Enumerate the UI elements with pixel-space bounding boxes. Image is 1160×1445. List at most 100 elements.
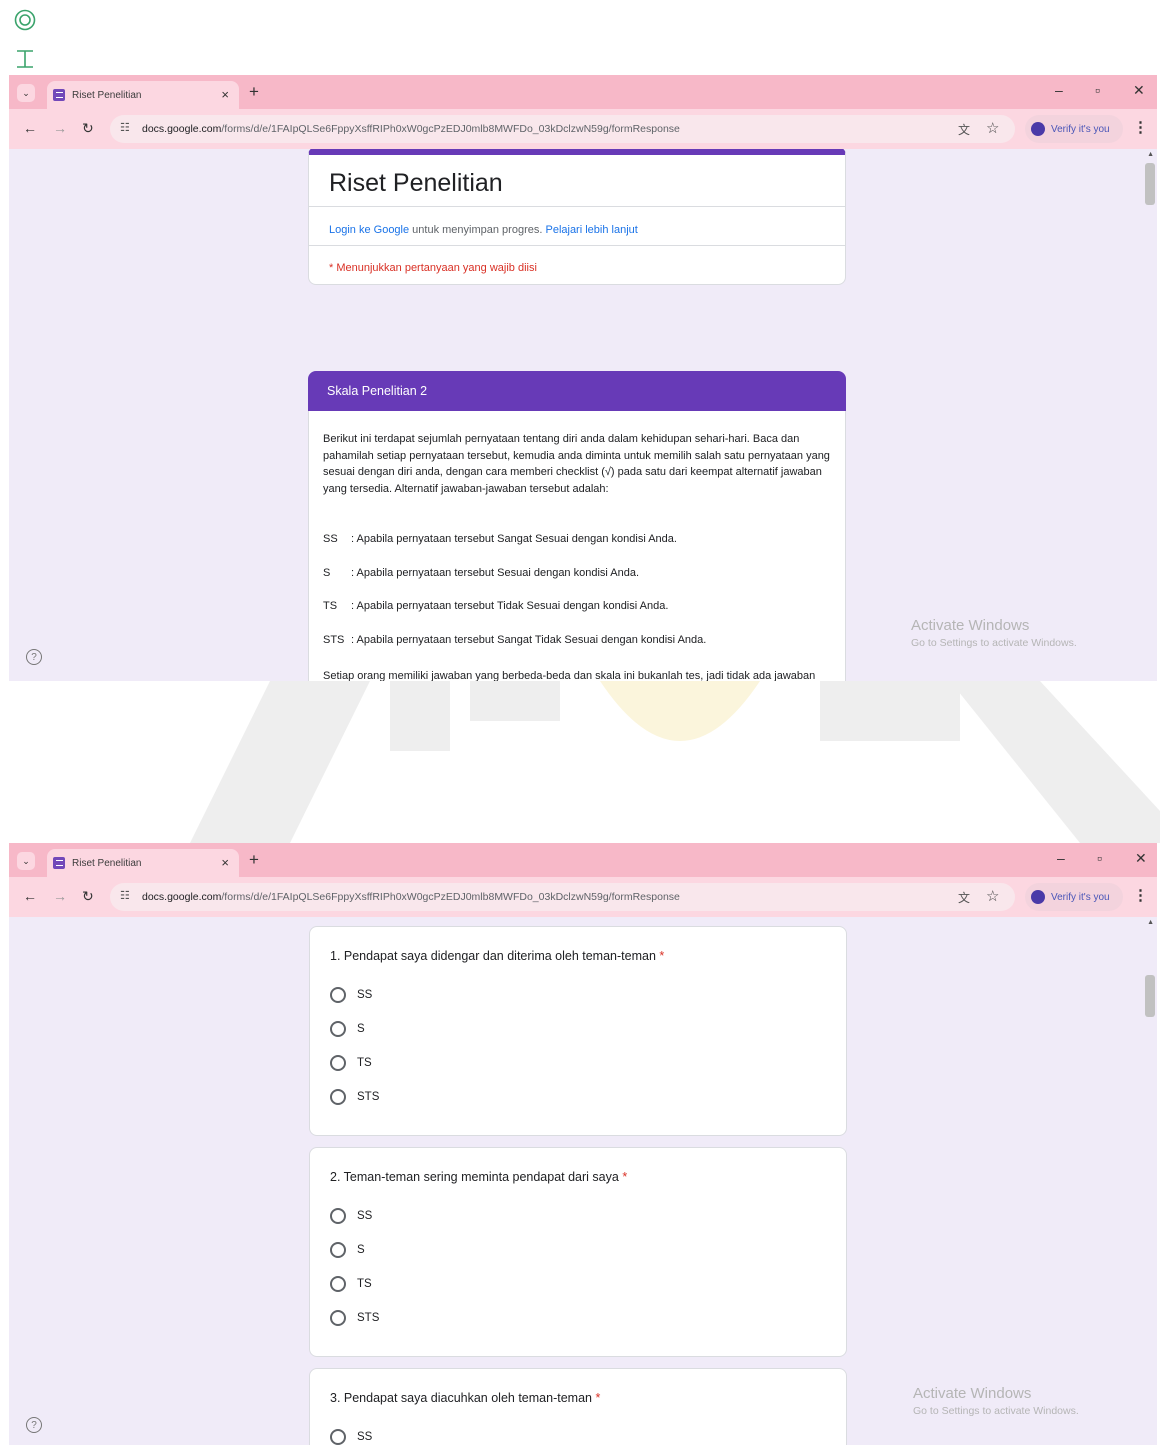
reload-icon[interactable]: ↻ [82, 120, 94, 137]
radio-button[interactable] [330, 1310, 346, 1326]
section-closing: Setiap orang memiliki jawaban yang berbe… [323, 670, 816, 681]
browser-toolbar: ← → ↻ ☷ docs.google.com/forms/d/e/1FAIpQ… [9, 109, 1157, 149]
option-ts[interactable]: TS [330, 1276, 372, 1292]
avatar [1031, 890, 1045, 904]
back-icon[interactable]: ← [23, 120, 37, 136]
forward-icon[interactable]: → [53, 888, 67, 904]
browser-window-bottom: ⌄ Riset Penelitian × + – ▫ ✕ ← → ↻ ☷ doc… [9, 843, 1157, 1445]
section-description: Berikut ini terdapat sejumlah pernyataan… [308, 411, 846, 681]
question-title: 3. Pendapat saya diacuhkan oleh teman-te… [330, 1391, 601, 1405]
close-tab-icon[interactable]: × [221, 87, 229, 102]
scrollbar[interactable]: ▲ [1143, 917, 1157, 1445]
verify-profile-button[interactable]: Verify it's you [1025, 115, 1123, 143]
browser-window-top: ⌄ Riset Penelitian × + – ▫ ✕ ← → ↻ ☷ doc… [9, 75, 1157, 681]
forms-favicon-icon [53, 89, 65, 101]
login-text: untuk menyimpan progres. [409, 224, 546, 236]
new-tab-icon[interactable]: + [249, 850, 259, 870]
tab-riset-penelitian[interactable]: Riset Penelitian × [47, 849, 239, 877]
form-header-card: Riset Penelitian Login ke Google untuk m… [308, 149, 846, 285]
close-window-icon[interactable]: ✕ [1133, 82, 1145, 99]
forward-icon[interactable]: → [53, 120, 67, 136]
restore-icon[interactable]: ▫ [1095, 82, 1100, 98]
browser-toolbar: ← → ↻ ☷ docs.google.com/forms/d/e/1FAIpQ… [9, 877, 1157, 917]
radio-button[interactable] [330, 1429, 346, 1445]
site-info-icon[interactable]: ☷ [120, 889, 130, 902]
page-content: Riset Penelitian Login ke Google untuk m… [9, 149, 1157, 681]
bookmark-star-icon[interactable]: ☆ [986, 887, 999, 905]
scrollbar-thumb[interactable] [1145, 975, 1155, 1017]
radio-button[interactable] [330, 987, 346, 1003]
radio-button[interactable] [330, 1242, 346, 1258]
bookmark-star-icon[interactable]: ☆ [986, 119, 999, 137]
menu-kebab-icon[interactable]: ⋮ [1133, 886, 1148, 904]
radio-button[interactable] [330, 1021, 346, 1037]
back-icon[interactable]: ← [23, 888, 37, 904]
tab-strip: ⌄ Riset Penelitian × + – ▫ ✕ [9, 75, 1157, 109]
avatar [1031, 122, 1045, 136]
radio-button[interactable] [330, 1208, 346, 1224]
legend-ss: SS: Apabila pernyataan tersebut Sangat S… [323, 533, 677, 545]
learn-more-link[interactable]: Pelajari lebih lanjut [545, 224, 637, 236]
question-card-1: 1. Pendapat saya didengar dan diterima o… [309, 926, 847, 1136]
site-info-icon[interactable]: ☷ [120, 121, 130, 134]
close-window-icon[interactable]: ✕ [1135, 850, 1147, 867]
question-title: 1. Pendapat saya didengar dan diterima o… [330, 949, 665, 963]
radio-button[interactable] [330, 1055, 346, 1071]
new-tab-icon[interactable]: + [249, 82, 259, 102]
tab-riset-penelitian[interactable]: Riset Penelitian × [47, 81, 239, 109]
tab-search-icon[interactable]: ⌄ [17, 84, 35, 102]
scroll-up-icon[interactable]: ▲ [1147, 919, 1154, 926]
menu-kebab-icon[interactable]: ⋮ [1133, 118, 1148, 136]
option-sts[interactable]: STS [330, 1310, 379, 1326]
watermark-band [0, 681, 1160, 843]
verify-profile-button[interactable]: Verify it's you [1025, 883, 1123, 911]
help-icon[interactable]: ? [26, 649, 42, 665]
question-card-3: 3. Pendapat saya diacuhkan oleh teman-te… [309, 1368, 847, 1445]
minimize-icon[interactable]: – [1055, 82, 1063, 98]
restore-icon[interactable]: ▫ [1097, 850, 1102, 866]
legend-s: S: Apabila pernyataan tersebut Sesuai de… [323, 567, 640, 579]
windows-activation-notice: Activate Windows Go to Settings to activ… [911, 617, 1077, 649]
scroll-up-icon[interactable]: ▲ [1147, 151, 1154, 158]
close-tab-icon[interactable]: × [221, 855, 229, 870]
url-text: docs.google.com/forms/d/e/1FAIpQLSe6Fppy… [142, 123, 680, 135]
scrollbar-thumb[interactable] [1145, 163, 1155, 205]
option-s[interactable]: S [330, 1242, 365, 1258]
address-bar[interactable]: ☷ docs.google.com/forms/d/e/1FAIpQLSe6Fp… [110, 883, 1015, 911]
url-text: docs.google.com/forms/d/e/1FAIpQLSe6Fppy… [142, 891, 680, 903]
help-icon[interactable]: ? [26, 1417, 42, 1433]
login-notice: Login ke Google untuk menyimpan progres.… [329, 224, 638, 236]
address-bar[interactable]: ☷ docs.google.com/forms/d/e/1FAIpQLSe6Fp… [110, 115, 1015, 143]
minimize-icon[interactable]: – [1057, 850, 1065, 866]
text-cursor-icon [12, 46, 38, 72]
divider [309, 245, 845, 246]
question-card-2: 2. Teman-teman sering meminta pendapat d… [309, 1147, 847, 1357]
radio-button[interactable] [330, 1089, 346, 1105]
option-ts[interactable]: TS [330, 1055, 372, 1071]
tab-title: Riset Penelitian [72, 857, 142, 869]
legend-sts: STS: Apabila pernyataan tersebut Sangat … [323, 634, 707, 646]
login-link[interactable]: Login ke Google [329, 224, 409, 236]
circle-target-icon [12, 7, 38, 33]
option-s[interactable]: S [330, 1021, 365, 1037]
forms-favicon-icon [53, 857, 65, 869]
option-ss[interactable]: SS [330, 987, 372, 1003]
option-sts[interactable]: STS [330, 1089, 379, 1105]
page-content: 1. Pendapat saya didengar dan diterima o… [9, 917, 1157, 1445]
radio-button[interactable] [330, 1276, 346, 1292]
scrollbar[interactable]: ▲ [1143, 149, 1157, 681]
translate-icon[interactable]: ⽂ [958, 889, 970, 906]
form-title: Riset Penelitian [329, 169, 503, 197]
tab-title: Riset Penelitian [72, 89, 142, 101]
tab-search-icon[interactable]: ⌄ [17, 852, 35, 870]
required-note: * Menunjukkan pertanyaan yang wajib diis… [329, 262, 537, 274]
translate-icon[interactable]: ⽂ [958, 121, 970, 138]
divider [309, 206, 845, 207]
legend-ts: TS: Apabila pernyataan tersebut Tidak Se… [323, 600, 669, 612]
option-ss[interactable]: SS [330, 1208, 372, 1224]
section-header: Skala Penelitian 2 [308, 371, 846, 411]
option-ss[interactable]: SS [330, 1429, 372, 1445]
section-intro: Berikut ini terdapat sejumlah pernyataan… [323, 433, 830, 496]
reload-icon[interactable]: ↻ [82, 888, 94, 905]
question-title: 2. Teman-teman sering meminta pendapat d… [330, 1170, 628, 1184]
